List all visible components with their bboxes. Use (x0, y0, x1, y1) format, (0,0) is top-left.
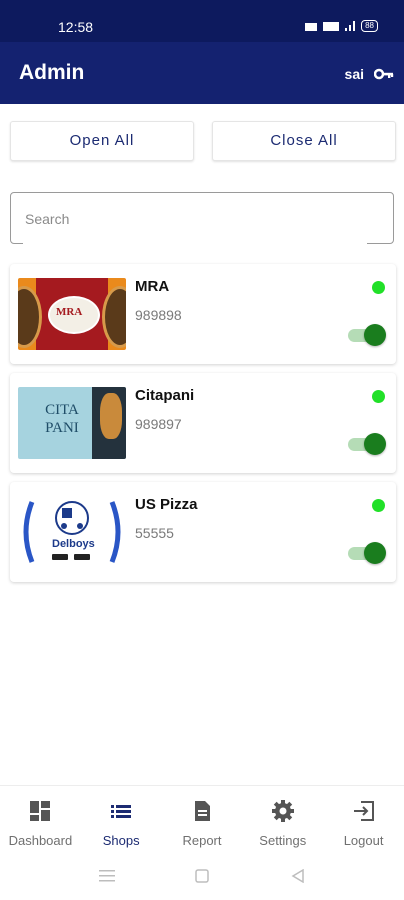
shop-name: MRA (135, 278, 170, 295)
nav-label: Report (182, 833, 222, 848)
logo-text: MRA (56, 306, 83, 318)
shop-toggle[interactable] (348, 324, 386, 346)
shop-toggle[interactable] (348, 542, 386, 564)
report-icon (194, 801, 210, 821)
nav-label: Dashboard (8, 833, 73, 848)
delivery-scooter-icon (23, 501, 121, 563)
page-title: Admin (19, 61, 85, 84)
logout-icon (353, 801, 374, 821)
nav-label: Logout (343, 833, 384, 848)
system-icons: 88 (305, 20, 378, 32)
gear-icon (271, 800, 294, 822)
shop-card[interactable]: CITA PANI Citapani 989897 (10, 373, 396, 473)
status-time: 12:58 (58, 19, 94, 35)
toggle-thumb (364, 542, 386, 564)
nav-report[interactable]: Report (162, 786, 243, 852)
nav-label: Shops (102, 833, 140, 848)
shop-card[interactable]: MRA MRA 989898 (10, 264, 396, 364)
shop-toggle[interactable] (348, 433, 386, 455)
nav-settings[interactable]: Settings (242, 786, 323, 852)
dashboard-icon (30, 801, 51, 821)
online-status-dot (372, 390, 385, 403)
back-icon[interactable] (291, 869, 305, 883)
system-nav-bar (0, 851, 404, 900)
list-icon (111, 805, 132, 818)
nav-shops[interactable]: Shops (81, 786, 162, 852)
toggle-thumb (364, 324, 386, 346)
shop-name: US Pizza (135, 496, 198, 513)
key-icon[interactable] (373, 67, 394, 85)
shop-logo: CITA PANI (18, 387, 126, 459)
menu-icon[interactable] (99, 870, 115, 882)
shop-phone: 989897 (135, 416, 182, 432)
app-bar: Admin sai (0, 42, 404, 104)
shop-card[interactable]: Delboys US Pizza 55555 (10, 482, 396, 582)
online-status-dot (372, 281, 385, 294)
open-all-button[interactable]: Open All (10, 121, 194, 161)
home-icon[interactable] (195, 869, 209, 883)
status-bar: 12:58 88 (0, 0, 404, 42)
shop-name: Citapani (135, 387, 195, 404)
shop-logo: MRA (18, 278, 126, 350)
close-all-button[interactable]: Close All (212, 121, 396, 161)
nav-dashboard[interactable]: Dashboard (0, 786, 81, 852)
logo-text: CITA PANI (45, 402, 79, 436)
search-box (10, 192, 394, 245)
shop-logo: Delboys (18, 496, 126, 568)
bottom-nav: Dashboard Shops Report Settings Logout (0, 785, 404, 852)
search-input[interactable] (23, 193, 367, 245)
online-status-dot (372, 499, 385, 512)
signal-icon (305, 21, 356, 31)
username-label: sai (344, 66, 364, 82)
nav-logout[interactable]: Logout (323, 786, 404, 852)
toggle-thumb (364, 433, 386, 455)
battery-icon: 88 (361, 20, 378, 32)
shop-phone: 55555 (135, 525, 174, 541)
logo-text: Delboys (52, 538, 95, 550)
nav-label: Settings (259, 833, 307, 848)
shop-phone: 989898 (135, 307, 182, 323)
